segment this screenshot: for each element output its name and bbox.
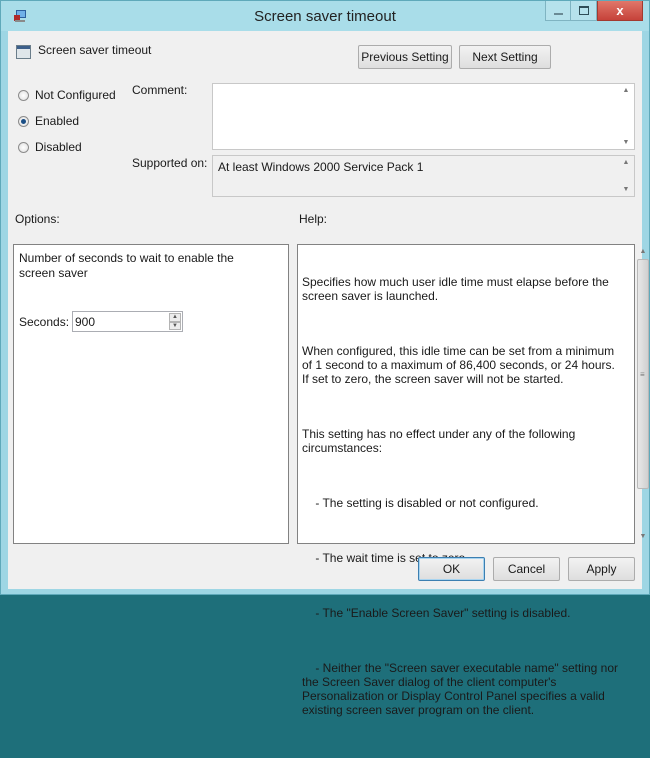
help-paragraph: - The setting is disabled or not configu… — [302, 496, 539, 510]
grip-icon: ≡ — [640, 370, 645, 379]
spin-up-icon[interactable]: ▲ — [169, 313, 181, 322]
supported-on-value: At least Windows 2000 Service Pack 1 — [218, 160, 424, 174]
help-text: Specifies how much user idle time must e… — [302, 247, 620, 758]
seconds-spinbox[interactable]: 900 ▲ ▼ — [72, 311, 183, 332]
dialog-window: Screen saver timeout x Screen saver time… — [0, 0, 650, 717]
comment-scrollbar[interactable]: ▲ ▼ — [618, 84, 634, 149]
scroll-up-icon[interactable]: ▲ — [618, 159, 634, 166]
radio-label: Enabled — [35, 114, 80, 128]
scroll-down-icon[interactable]: ▼ — [618, 186, 634, 193]
radio-circle[interactable] — [18, 89, 29, 101]
title-bar[interactable]: Screen saver timeout x — [1, 1, 649, 31]
scroll-up-icon[interactable]: ▲ — [635, 248, 650, 255]
spin-down-icon[interactable]: ▼ — [169, 321, 181, 330]
options-heading: Options: — [15, 212, 60, 226]
scrollbar-thumb[interactable]: ≡ — [637, 259, 649, 489]
help-paragraph: This setting has no effect under any of … — [302, 427, 579, 455]
minimize-icon — [553, 12, 563, 15]
seconds-value[interactable]: 900 — [75, 315, 95, 329]
maximize-icon — [578, 6, 589, 15]
help-paragraph: Specifies how much user idle time must e… — [302, 275, 613, 303]
cancel-button[interactable]: Cancel — [493, 557, 560, 581]
scroll-down-icon[interactable]: ▼ — [635, 533, 650, 540]
supported-scrollbar[interactable]: ▲ ▼ — [618, 156, 634, 196]
radio-disabled[interactable]: Disabled — [18, 140, 82, 154]
supported-on-field: At least Windows 2000 Service Pack 1 ▲ ▼ — [212, 155, 635, 197]
seconds-label: Seconds: — [19, 315, 70, 329]
help-paragraph: - The "Enable Screen Saver" setting is d… — [302, 606, 571, 620]
ok-button[interactable]: OK — [418, 557, 485, 581]
help-paragraph: When configured, this idle time can be s… — [302, 344, 619, 386]
comment-label: Comment: — [132, 83, 188, 97]
option-description: Number of seconds to wait to enable the … — [19, 251, 234, 280]
minimize-button[interactable] — [545, 1, 571, 21]
previous-setting-button[interactable]: Previous Setting — [358, 45, 452, 69]
scroll-down-icon[interactable]: ▼ — [618, 139, 634, 146]
radio-label: Disabled — [35, 140, 82, 154]
help-scrollbar[interactable]: ▲ ≡ ▼ — [635, 244, 650, 544]
radio-enabled[interactable]: Enabled — [18, 114, 79, 128]
next-setting-button[interactable]: Next Setting — [459, 45, 551, 69]
help-heading: Help: — [299, 212, 328, 226]
radio-circle[interactable] — [18, 141, 29, 153]
close-button[interactable]: x — [597, 1, 643, 21]
radio-label: Not Configured — [35, 88, 116, 102]
options-panel: Number of seconds to wait to enable the … — [13, 244, 289, 544]
help-paragraph: - Neither the "Screen saver executable n… — [302, 661, 622, 717]
dialog-client: Screen saver timeout Previous Setting Ne… — [8, 31, 649, 717]
policy-setting-icon — [16, 45, 31, 59]
help-panel: Specifies how much user idle time must e… — [297, 244, 635, 717]
apply-button[interactable]: Apply — [568, 557, 635, 581]
scroll-up-icon[interactable]: ▲ — [618, 87, 634, 94]
close-icon: x — [616, 3, 624, 18]
radio-not-configured[interactable]: Not Configured — [18, 88, 116, 102]
radio-circle-selected[interactable] — [18, 115, 29, 127]
policy-name: Screen saver timeout — [38, 43, 152, 57]
supported-on-label: Supported on: — [132, 156, 208, 170]
comment-textarea[interactable]: ▲ ▼ — [212, 83, 635, 150]
maximize-button[interactable] — [571, 1, 597, 21]
